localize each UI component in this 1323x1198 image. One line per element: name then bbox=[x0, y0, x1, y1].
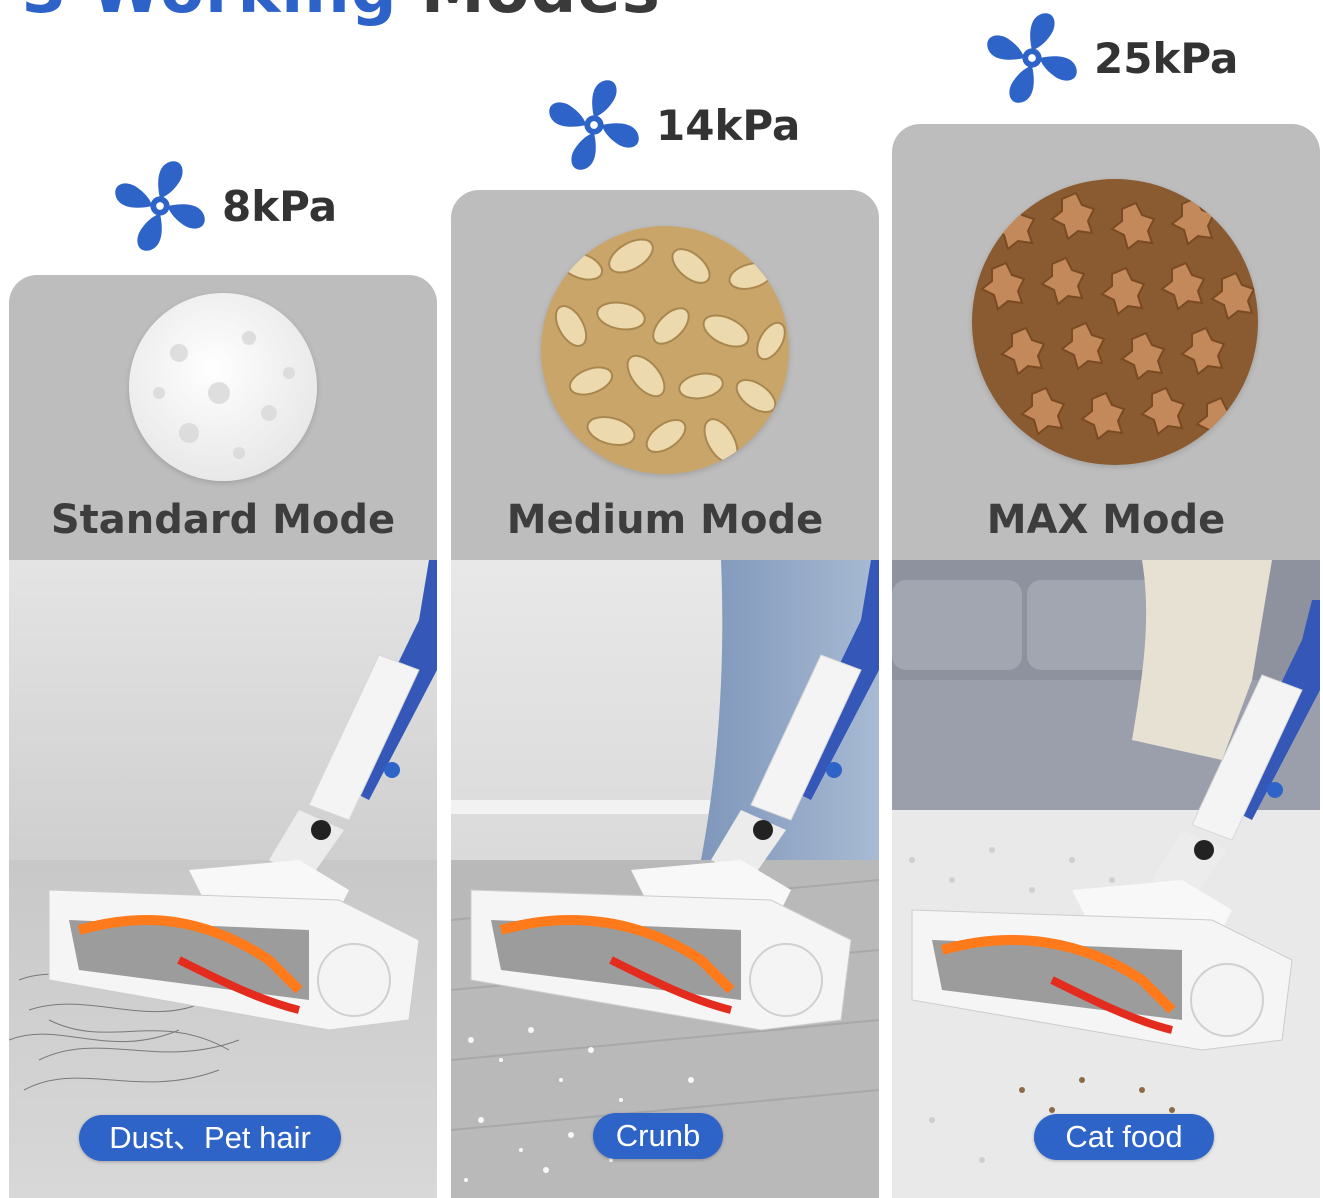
scene-max-image bbox=[892, 560, 1320, 1198]
mode-title-medium: Medium Mode bbox=[506, 497, 824, 543]
surface-label-crumb: Crunb bbox=[593, 1113, 723, 1159]
mode-title-max: MAX Mode bbox=[986, 497, 1226, 543]
pressure-value: 25kPa bbox=[1094, 33, 1239, 83]
material-oat-flakes-image bbox=[541, 226, 789, 474]
surface-label-dust: Dust、Pet hair bbox=[79, 1115, 341, 1161]
mode-card-standard: Standard Mode Dust、Pet hair bbox=[9, 275, 437, 1198]
fan-icon bbox=[115, 161, 205, 251]
headline-part2: Modes bbox=[421, 0, 661, 28]
pressure-value: 8kPa bbox=[222, 181, 338, 231]
material-powder-image bbox=[129, 293, 317, 481]
mode-card-max: MAX Mode Cat food bbox=[892, 124, 1320, 1198]
surface-label-cat-food: Cat food bbox=[1034, 1114, 1214, 1160]
material-kibble-image bbox=[972, 179, 1258, 465]
fan-icon bbox=[987, 13, 1077, 103]
scene-medium-image bbox=[451, 560, 879, 1198]
pressure-value: 14kPa bbox=[656, 100, 801, 150]
headline-part1: 3 Working bbox=[22, 0, 398, 28]
fan-icon bbox=[549, 80, 639, 170]
page-headline: 3 Working Modes bbox=[22, 0, 661, 28]
pressure-max: 25kPa bbox=[984, 10, 1238, 106]
mode-card-medium: Medium Mode Crunb bbox=[451, 190, 879, 1198]
scene-standard-image bbox=[9, 560, 437, 1198]
pressure-medium: 14kPa bbox=[546, 77, 800, 173]
mode-title-standard: Standard Mode bbox=[50, 497, 396, 543]
pressure-standard: 8kPa bbox=[112, 158, 337, 254]
